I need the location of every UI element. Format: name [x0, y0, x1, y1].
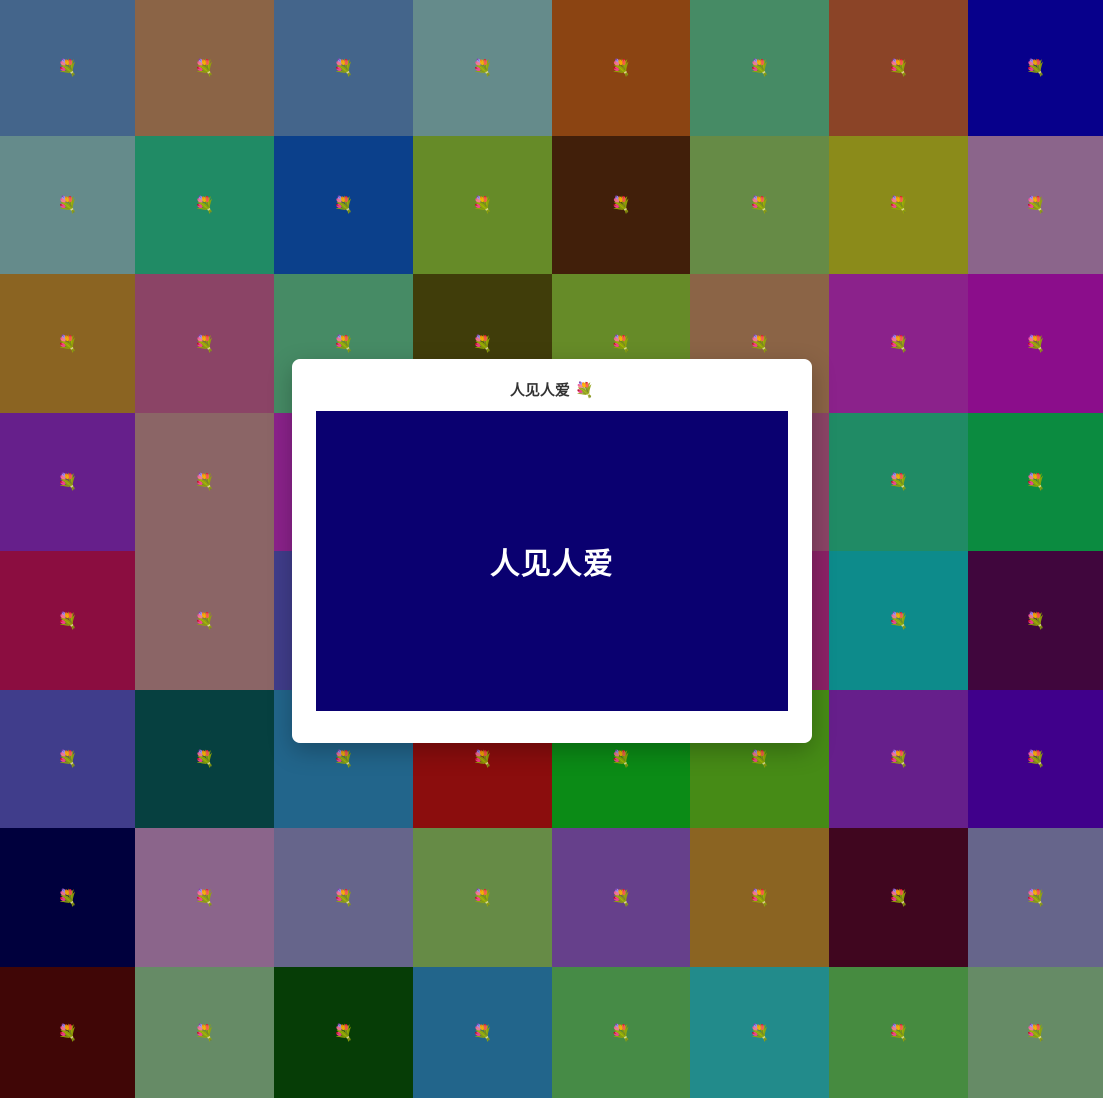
- dialog-title-text: 人见人爱: [510, 381, 571, 399]
- bouquet-icon: 💐: [575, 381, 594, 399]
- dialog-title: 人见人爱 💐: [292, 380, 812, 400]
- dialog-color-panel[interactable]: 人见人爱: [316, 411, 788, 711]
- dialog-panel-text: 人见人爱: [490, 547, 614, 582]
- love-dialog: 人见人爱 💐 人见人爱: [292, 359, 812, 743]
